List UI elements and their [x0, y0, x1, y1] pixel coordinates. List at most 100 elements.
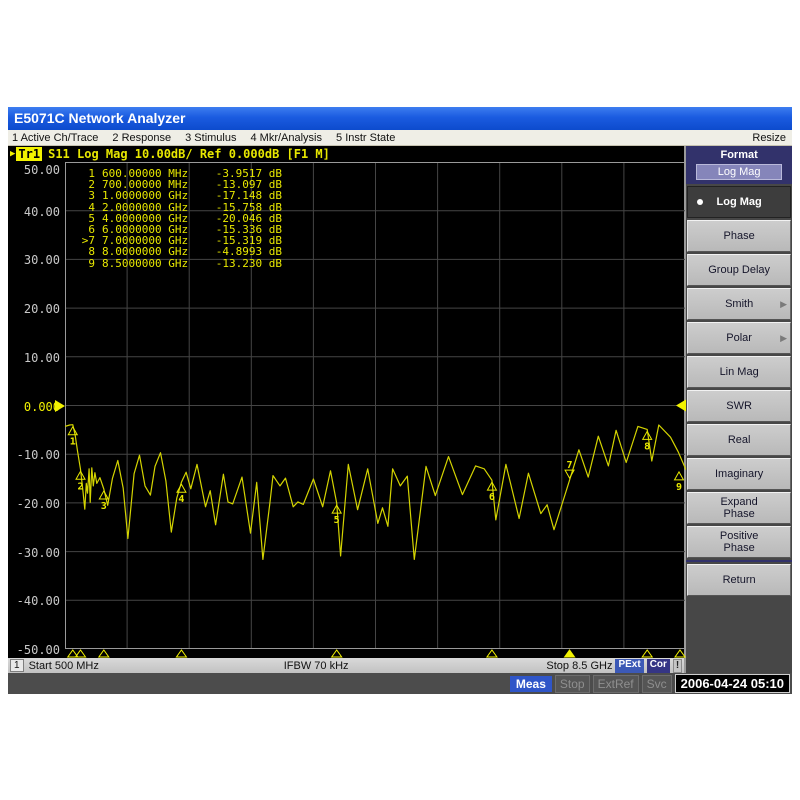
softkey-label: Return: [723, 574, 756, 586]
marker-stimulus-triangle[interactable]: [332, 650, 342, 657]
analyzer-window: E5071C Network Analyzer 1 Active Ch/Trac…: [8, 107, 792, 693]
softkey-current-value: Log Mag: [696, 164, 782, 180]
trace-format-text: S11 Log Mag 10.00dB/ Ref 0.000dB [F1 M]: [48, 147, 330, 161]
softkey-swr[interactable]: SWR: [687, 390, 791, 422]
resize-button[interactable]: Resize: [752, 132, 786, 144]
marker-table-row: 98.5000000 GHz-13.230 dB: [75, 258, 282, 269]
status-indicators: StopExtRefSvc: [555, 675, 672, 693]
marker-number-label: 5: [334, 515, 340, 526]
y-axis-label: 0.000: [8, 400, 60, 414]
y-axis-label: 10.00: [8, 351, 60, 365]
softkey-imaginary[interactable]: Imaginary: [687, 458, 791, 490]
selected-indicator-dot: [697, 199, 703, 205]
status-badge-cor: Cor: [647, 659, 670, 673]
marker-number-label: 1: [70, 437, 76, 448]
marker-symbol[interactable]: [68, 427, 77, 435]
indicator-stop: Stop: [555, 675, 590, 693]
softkey-label: SWR: [726, 400, 752, 412]
softkey-separator: [686, 560, 792, 562]
marker-number-label: 7: [567, 460, 573, 471]
marker-stimulus-triangle[interactable]: [99, 650, 109, 657]
marker-number-label: 6: [489, 492, 495, 503]
softkey-return[interactable]: Return: [687, 564, 791, 596]
softkey-phase[interactable]: Phase: [687, 220, 791, 252]
menu-item[interactable]: 3 Stimulus: [185, 132, 236, 144]
y-axis-label: 20.00: [8, 302, 60, 316]
channel-status-bar: 1 Start 500 MHz IFBW 70 kHz Stop 8.5 GHz…: [8, 658, 684, 673]
marker-number: 3: [75, 190, 95, 201]
softkey-group-delay[interactable]: Group Delay: [687, 254, 791, 286]
softkey-label: Group Delay: [708, 264, 770, 276]
indicator-svc: Svc: [642, 675, 672, 693]
instrument-status-bar: Meas StopExtRefSvc 2006-04-24 05:10: [8, 673, 792, 694]
reference-level-arrow-left[interactable]: [55, 400, 65, 412]
softkey-menu: Format Log Mag Log Mag Phase Group Delay Sm…: [684, 146, 792, 673]
y-axis-label: 50.00: [8, 163, 60, 177]
menu-item[interactable]: 1 Active Ch/Trace: [12, 132, 98, 144]
marker-number-label: 3: [101, 501, 107, 512]
marker-value: -17.148 dB: [210, 190, 282, 201]
marker-table-row: 8 8.0000000 GHz-4.8993 dB: [75, 246, 282, 257]
marker-stimulus-triangle[interactable]: [642, 650, 652, 657]
marker-number: 9: [75, 258, 95, 269]
menu-bar: 1 Active Ch/Trace 2 Response 3 Stimulus 4 M…: [8, 130, 792, 146]
y-axis-label: -50.00: [8, 643, 60, 657]
marker-stimulus-triangle[interactable]: [176, 650, 186, 657]
menu-item[interactable]: 2 Response: [112, 132, 171, 144]
softkey-expand-phase[interactable]: Expand Phase: [687, 492, 791, 524]
softkey-buttons: Log Mag Phase Group Delay Smith▶Polar▶Lin M…: [686, 184, 792, 597]
y-axis-label: 30.00: [8, 253, 60, 267]
marker-stimulus-triangle[interactable]: [565, 650, 575, 657]
softkey-real[interactable]: Real: [687, 424, 791, 456]
y-axis-label: -20.00: [8, 497, 60, 511]
marker-symbol[interactable]: [99, 491, 108, 499]
softkey-positive-phase[interactable]: Positive Phase: [687, 526, 791, 558]
reference-level-arrow-right[interactable]: [676, 400, 686, 412]
indicator-extref: ExtRef: [593, 675, 639, 693]
instrument-display: ▶ Tr1 S11 Log Mag 10.00dB/ Ref 0.000dB […: [8, 146, 684, 673]
datetime-display: 2006-04-24 05:10: [675, 674, 790, 693]
softkey-label: Expand Phase: [720, 496, 757, 520]
y-axis-label: -40.00: [8, 594, 60, 608]
softkey-smith[interactable]: Smith▶: [687, 288, 791, 320]
marker-stimulus-triangle[interactable]: [675, 650, 685, 657]
marker-frequency: 1.0000000 GHz: [102, 190, 210, 201]
marker-frequency: 8.5000000 GHz: [102, 258, 210, 269]
window-title: E5071C Network Analyzer: [14, 110, 185, 126]
marker-number-label: 4: [178, 494, 184, 505]
trace-label: Tr1: [16, 147, 42, 161]
softkey-label: Positive Phase: [720, 530, 759, 554]
marker-symbol[interactable]: [675, 472, 684, 480]
softkey-label: Log Mag: [717, 196, 762, 208]
menu-item[interactable]: 5 Instr State: [336, 132, 395, 144]
marker-number-label: 9: [676, 482, 682, 493]
softkey-menu-title: Format: [686, 149, 792, 161]
y-axis-label: 40.00: [8, 205, 60, 219]
softkey-polar[interactable]: Polar▶: [687, 322, 791, 354]
y-axis-label: -30.00: [8, 546, 60, 560]
measurement-state-badge: Meas: [510, 676, 552, 692]
status-badge-: !: [673, 659, 682, 673]
chevron-right-icon: ▶: [780, 298, 787, 310]
screenshot-canvas: E5071C Network Analyzer 1 Active Ch/Trac…: [0, 0, 800, 800]
marker-stimulus-triangle[interactable]: [487, 650, 497, 657]
softkey-lin-mag[interactable]: Lin Mag: [687, 356, 791, 388]
trace-status-line: ▶ Tr1 S11 Log Mag 10.00dB/ Ref 0.000dB […: [8, 146, 684, 162]
channel-badges: PExtCor!: [615, 659, 682, 673]
graph-area: 50.00 40.00 30.00 20.00 10.00 0.000 -10.00 -20.…: [8, 162, 684, 658]
marker-number: 8: [75, 246, 95, 257]
marker-table-row: 3 1.0000000 GHz-17.148 dB: [75, 190, 282, 201]
marker-value: -4.8993 dB: [210, 246, 282, 257]
menu-item[interactable]: 4 Mkr/Analysis: [250, 132, 322, 144]
softkey-filler: [686, 597, 792, 673]
ifbw-label: IFBW 70 kHz: [8, 660, 624, 672]
softkey-label: Real: [728, 434, 751, 446]
softkey-log-mag[interactable]: Log Mag: [687, 186, 791, 218]
window-titlebar[interactable]: E5071C Network Analyzer: [8, 107, 792, 130]
marker-frequency: 8.0000000 GHz: [102, 246, 210, 257]
chevron-right-icon: ▶: [780, 332, 787, 344]
y-axis-label: -10.00: [8, 448, 60, 462]
marker-table: 1600.00000 MHz-3.9517 dB2700.00000 MHz-1…: [75, 168, 282, 269]
marker-number-label: 8: [644, 441, 650, 452]
softkey-header: Format Log Mag: [686, 146, 792, 184]
